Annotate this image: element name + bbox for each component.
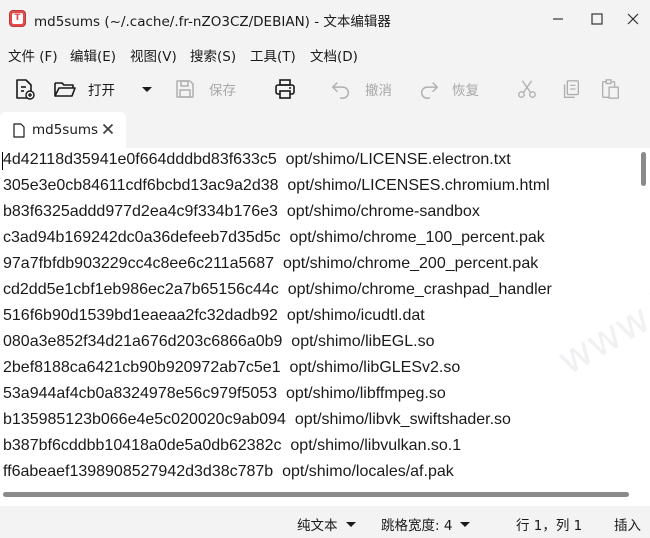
editor-line: 305e3e0cb84611cdf6bcbd13ac9a2d38 opt/shi…	[3, 177, 550, 194]
tab-bar: md5sums	[0, 110, 650, 148]
text-editor-area[interactable]: 4d42118d35941e0f664dddbd83f633c5 opt/shi…	[0, 148, 650, 506]
maximize-icon	[591, 13, 603, 25]
close-tab-icon[interactable]	[102, 123, 114, 135]
insert-mode: 插入	[614, 518, 641, 534]
new-document-button[interactable]	[12, 77, 36, 101]
cursor-position: 行 1，列 1	[516, 518, 583, 534]
redo-button-label: 恢复	[452, 83, 479, 99]
cut-button[interactable]	[516, 77, 538, 101]
open-button[interactable]: 打开	[53, 77, 115, 101]
save-icon	[176, 80, 194, 98]
toolbar: 打开 保存 撤消 恢复	[0, 68, 650, 110]
menu-tools[interactable]: 工具(T)	[250, 45, 296, 65]
chevron-down-icon	[345, 521, 356, 527]
tab-width-label: 跳格宽度: 4	[381, 518, 453, 534]
maximize-button[interactable]	[580, 5, 614, 33]
editor-line: b83f6325addd977d2ea4c9f334b176e3 opt/shi…	[3, 203, 480, 220]
editor-line: b387bf6cddbb10418a0de5a0db62382c opt/shi…	[3, 437, 462, 454]
open-recent-dropdown[interactable]	[140, 77, 154, 101]
tab-width-selector[interactable]: 跳格宽度: 4	[381, 514, 471, 534]
close-window-button[interactable]	[616, 5, 650, 33]
scissors-icon	[518, 80, 536, 98]
paste-icon	[601, 79, 619, 99]
editor-line: cd2dd5e1cbf1eb986ec2a7b65156c44c opt/shi…	[3, 281, 552, 298]
redo-icon	[421, 82, 438, 99]
undo-icon	[332, 82, 349, 99]
redo-button[interactable]: 恢复	[418, 77, 479, 101]
undo-button-label: 撤消	[365, 83, 392, 99]
editor-line: 080a3e852f34d21a676d203c6866a0b9 opt/shi…	[3, 333, 435, 350]
menu-file[interactable]: 文件 (F)	[8, 45, 58, 65]
editor-line: b135985123b066e4e5c020020c9ab094 opt/shi…	[3, 411, 511, 428]
vertical-scrollbar[interactable]	[641, 152, 646, 186]
title-bar: T md5sums (~/.cache/.fr-nZO3CZ/DEBIAN) -…	[0, 0, 650, 38]
folder-open-icon	[54, 82, 76, 97]
copy-icon	[563, 80, 580, 98]
paste-button[interactable]	[599, 77, 621, 101]
minimize-icon	[553, 18, 563, 20]
text-editor-app-icon: T	[9, 10, 26, 27]
syntax-selector[interactable]: 纯文本	[297, 514, 356, 534]
editor-line: 97a7fbfdb903229cc4c8ee6c211a5687 opt/shi…	[3, 255, 539, 272]
menu-view[interactable]: 视图(V)	[130, 45, 177, 65]
close-icon	[627, 13, 639, 25]
copy-button[interactable]	[560, 77, 582, 101]
menu-bar: 文件 (F) 编辑(E) 视图(V) 搜索(S) 工具(T) 文档(D)	[0, 38, 650, 68]
editor-line: 53a944af4cb0a8324978e56c979f5053 opt/shi…	[3, 385, 446, 402]
menu-edit[interactable]: 编辑(E)	[70, 45, 116, 65]
document-icon	[13, 123, 25, 138]
app-icon-letter: T	[12, 13, 23, 24]
status-bar: 纯文本 跳格宽度: 4 行 1，列 1 插入	[0, 506, 650, 538]
chevron-down-icon	[142, 87, 152, 92]
tab-label: md5sums	[32, 122, 99, 138]
menu-search[interactable]: 搜索(S)	[190, 45, 236, 65]
print-button[interactable]	[273, 77, 297, 101]
horizontal-scrollbar[interactable]	[3, 492, 629, 497]
save-button[interactable]: 保存	[173, 77, 236, 101]
editor-line: 516f6b90d1539bd1eaeaa2fc32dadb92 opt/shi…	[3, 307, 425, 324]
tab-md5sums[interactable]: md5sums	[0, 112, 126, 148]
menu-documents[interactable]: 文档(D)	[310, 45, 358, 65]
editor-line: 2bef8188ca6421cb90b920972ab7c5e1 opt/shi…	[3, 359, 461, 376]
undo-button[interactable]: 撤消	[330, 77, 392, 101]
editor-line: 4d42118d35941e0f664dddbd83f633c5 opt/shi…	[3, 151, 511, 168]
open-button-label: 打开	[88, 83, 115, 99]
editor-line: c3ad94b169242dc0a36defeeb7d35d5c opt/shi…	[3, 229, 545, 246]
minimize-button[interactable]	[541, 5, 575, 33]
new-document-icon	[16, 79, 35, 100]
editor-line: ff6abeaef1398908527942d3d38c787b opt/shi…	[3, 463, 454, 480]
save-button-label: 保存	[209, 83, 236, 99]
window-title: md5sums (~/.cache/.fr-nZO3CZ/DEBIAN) - 文…	[34, 14, 391, 30]
chevron-down-icon	[460, 521, 471, 527]
printer-icon	[275, 79, 295, 99]
syntax-label: 纯文本	[297, 518, 338, 534]
